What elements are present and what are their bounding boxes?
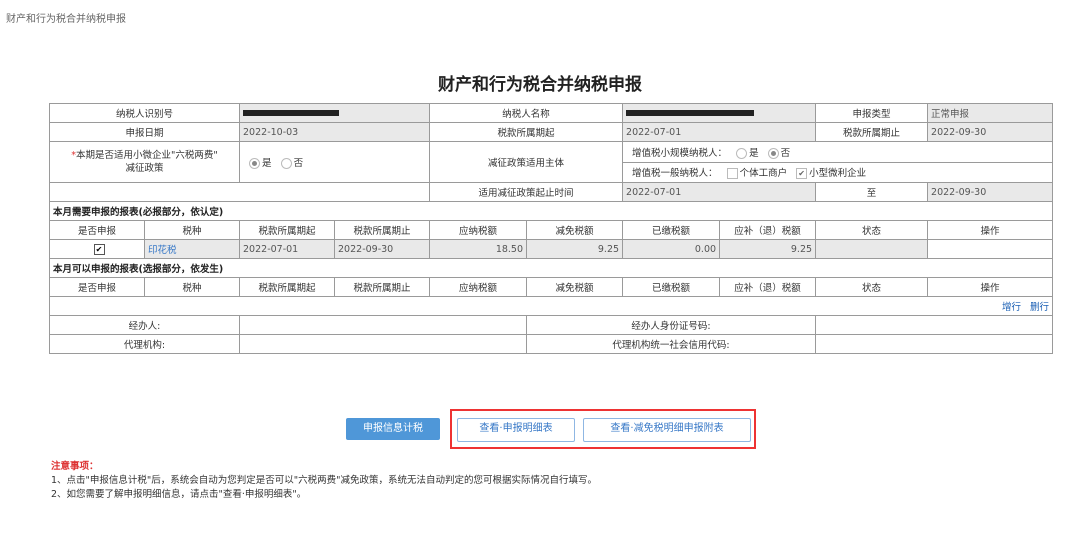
vat-small-no-radio[interactable] <box>767 147 779 159</box>
six-tax-no-radio[interactable] <box>280 158 292 169</box>
add-row-link[interactable]: 增行 <box>1002 302 1021 313</box>
relief-start-value: 2022-07-01 <box>622 182 817 202</box>
period-start-label: 税款所属期起 <box>429 122 624 142</box>
notes-heading: 注意事项： <box>51 461 99 472</box>
taxpayer-name-value <box>622 103 817 123</box>
opt-col-due: 应补（退）税额 <box>719 277 817 297</box>
tax-type-cell[interactable]: 印花税 <box>143 239 241 259</box>
col-paid: 已缴税额 <box>622 220 721 240</box>
to-label: 至 <box>815 182 929 202</box>
vat-small-row: 增值税小规模纳税人： 是 否 <box>622 141 1054 163</box>
col-relief: 减免税额 <box>526 220 624 240</box>
col-due: 应补（退）税额 <box>719 220 817 240</box>
col-declare: 是否申报 <box>49 220 145 240</box>
decl-date-label: 申报日期 <box>48 122 241 142</box>
view-relief-button[interactable]: 查看·减免税明细申报附表 <box>583 418 751 442</box>
page-title: 财产和行为税合并纳税申报 <box>438 75 642 95</box>
period-end-value: 2022-09-30 <box>927 122 1054 142</box>
decl-type-label: 申报类型 <box>815 103 929 123</box>
agency-label: 代理机构: <box>48 334 241 354</box>
opt-col-paid: 已缴税额 <box>622 277 721 297</box>
optional-header-row: 是否申报 税种 税款所属期起 税款所属期止 应纳税额 减免税额 已缴税额 应补（… <box>49 277 1054 297</box>
col-end: 税款所属期止 <box>334 220 431 240</box>
op-cell <box>927 239 1054 259</box>
period-end-label: 税款所属期止 <box>815 122 929 142</box>
note-line-2: 2、如您需要了解申报明细信息，请点击"查看·申报明细表"。 <box>51 489 307 500</box>
declare-checkbox[interactable]: ✔ <box>93 243 105 255</box>
end-cell: 2022-09-30 <box>334 239 431 259</box>
calc-tax-button[interactable]: 申报信息计税 <box>346 418 440 440</box>
delete-row-link[interactable]: 删行 <box>1030 302 1049 313</box>
six-tax-label: *本期是否适用小微企业"六税两费" 减征政策 <box>48 141 241 183</box>
vat-small-yes-radio[interactable] <box>736 147 748 159</box>
six-tax-yes-radio[interactable] <box>249 158 261 169</box>
relief-subject-label: 减征政策适用主体 <box>429 141 624 183</box>
note-line-1: 1、点击"申报信息计税"后，系统会自动为您判定是否可以"六税两费"减免政策，系统… <box>51 475 598 486</box>
opt-col-relief: 减免税额 <box>526 277 624 297</box>
taxpayer-id-value <box>239 103 431 123</box>
redacted-taxpayer-name <box>626 110 755 116</box>
taxpayer-id-label: 纳税人识别号 <box>48 103 241 123</box>
agency-credit-label: 代理机构统一社会信用代码: <box>526 334 817 354</box>
optional-section-title: 本月可以申报的报表(选报部分，依发生) <box>48 258 1054 278</box>
relief-period-label: 适用减征政策起止时间 <box>429 182 624 202</box>
payable-cell: 18.50 <box>429 239 528 259</box>
opt-col-start: 税款所属期起 <box>239 277 336 297</box>
row-actions: 增行 删行 <box>48 296 1054 316</box>
breadcrumb: 财产和行为税合并纳税申报 <box>6 14 126 25</box>
col-op: 操作 <box>927 220 1054 240</box>
opt-col-status: 状态 <box>815 277 929 297</box>
period-start-value: 2022-07-01 <box>622 122 817 142</box>
agent-input[interactable] <box>239 315 528 335</box>
required-section-title: 本月需要申报的报表(必报部分，依认定) <box>48 201 1054 221</box>
opt-col-op: 操作 <box>927 277 1054 297</box>
declare-checkbox-cell: ✔ <box>49 239 145 259</box>
taxpayer-name-label: 纳税人名称 <box>429 103 624 123</box>
decl-date-value: 2022-10-03 <box>239 122 431 142</box>
col-start: 税款所属期起 <box>239 220 336 240</box>
col-payable: 应纳税额 <box>429 220 528 240</box>
decl-type-value: 正常申报 <box>927 103 1054 123</box>
relief-cell: 9.25 <box>526 239 624 259</box>
declaration-table: 纳税人识别号 纳税人名称 申报类型 正常申报 申报日期 2022-10-03 税… <box>48 103 1054 354</box>
status-cell <box>815 239 929 259</box>
opt-col-payable: 应纳税额 <box>429 277 528 297</box>
agent-id-label: 经办人身份证号码: <box>526 315 817 335</box>
vat-general-row: 增值税一般纳税人： 个体工商户 ✔ 小型微利企业 <box>622 161 1054 183</box>
individual-business-checkbox[interactable] <box>726 168 738 180</box>
due-cell: 9.25 <box>719 239 817 259</box>
start-cell: 2022-07-01 <box>239 239 336 259</box>
col-status: 状态 <box>815 220 929 240</box>
col-tax: 税种 <box>143 220 241 240</box>
notes: 注意事项： 1、点击"申报信息计税"后，系统会自动为您判定是否可以"六税两费"减… <box>51 460 597 502</box>
six-tax-options: 是 否 <box>239 141 431 183</box>
opt-col-tax: 税种 <box>143 277 241 297</box>
view-detail-button[interactable]: 查看·申报明细表 <box>457 418 575 442</box>
opt-col-end: 税款所属期止 <box>334 277 431 297</box>
agent-label: 经办人: <box>48 315 241 335</box>
opt-col-declare: 是否申报 <box>49 277 145 297</box>
agency-credit-input[interactable] <box>815 334 1054 354</box>
agency-input[interactable] <box>239 334 528 354</box>
table-row: ✔ 印花税 2022-07-01 2022-09-30 18.50 9.25 0… <box>49 239 1054 259</box>
small-micro-checkbox[interactable]: ✔ <box>796 168 808 180</box>
redacted-taxpayer-id <box>243 110 340 116</box>
relief-end-value: 2022-09-30 <box>927 182 1054 202</box>
required-header-row: 是否申报 税种 税款所属期起 税款所属期止 应纳税额 减免税额 已缴税额 应补（… <box>49 220 1054 240</box>
agent-id-input[interactable] <box>815 315 1054 335</box>
paid-cell: 0.00 <box>622 239 721 259</box>
